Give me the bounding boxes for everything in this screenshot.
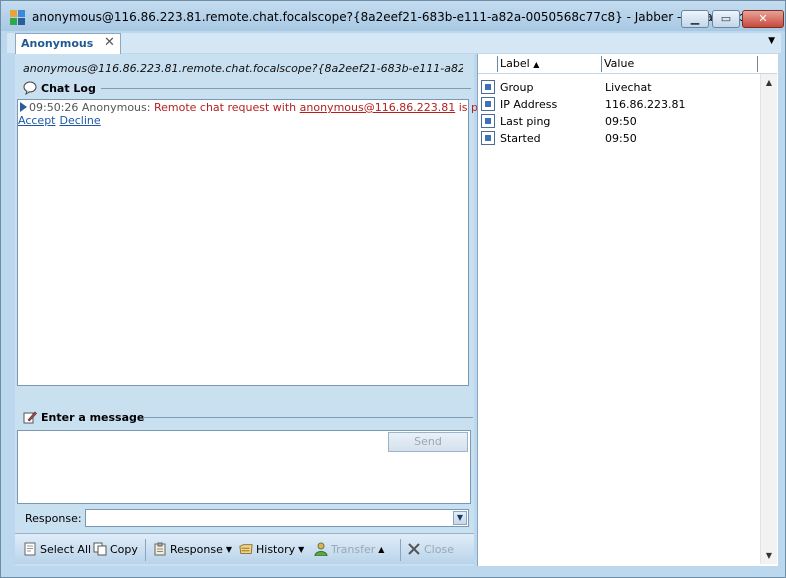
accept-link[interactable]: Accept	[18, 114, 56, 127]
transfer-button[interactable]: Transfer ▲	[314, 542, 384, 556]
column-separator	[497, 56, 498, 72]
column-header-value[interactable]: Value	[604, 57, 634, 70]
close-chat-label: Close	[424, 542, 454, 556]
details-row[interactable]: Started 09:50	[481, 130, 761, 147]
tab-anonymous[interactable]: Anonymous ✕	[15, 33, 121, 54]
column-separator[interactable]	[757, 56, 758, 72]
close-icon	[408, 543, 420, 555]
select-all-label: Select All	[40, 542, 92, 556]
transfer-label: Transfer	[331, 542, 376, 556]
send-button[interactable]: Send	[388, 432, 468, 452]
title-bar[interactable]: anonymous@116.86.223.81.remote.chat.foca…	[1, 1, 785, 31]
minimize-button[interactable]: ▁	[681, 10, 709, 28]
log-sender: Anonymous:	[81, 101, 151, 114]
column-header-label[interactable]: Label ▲	[500, 57, 539, 70]
log-text-before: Remote chat request with	[153, 101, 297, 114]
clipboard-icon	[154, 542, 166, 556]
property-icon	[481, 131, 495, 145]
message-header: Enter a message	[23, 409, 473, 425]
decline-link[interactable]: Decline	[60, 114, 101, 127]
chat-jid: anonymous@116.86.223.81.remote.chat.foca…	[23, 62, 463, 75]
copy-button[interactable]: Copy	[93, 542, 138, 556]
row-value: 09:50	[605, 132, 637, 145]
tab-label: Anonymous	[21, 37, 94, 50]
property-icon	[481, 114, 495, 128]
details-scrollbar[interactable]: ▲ ▼	[760, 74, 777, 564]
window-title: anonymous@116.86.223.81.remote.chat.foca…	[32, 10, 753, 24]
speech-bubble-icon	[23, 81, 37, 95]
close-window-button[interactable]: ✕	[742, 10, 784, 28]
maximize-button[interactable]: ▭	[712, 10, 740, 28]
column-separator[interactable]	[601, 56, 602, 72]
visitor-link[interactable]: anonymous@116.86.223.81	[300, 101, 456, 114]
log-timestamp: 09:50:26	[29, 101, 79, 114]
response-select[interactable]: ▼	[85, 509, 469, 527]
response-button[interactable]: Response ▼	[153, 542, 232, 556]
history-button[interactable]: History ▼	[239, 542, 304, 556]
message-input[interactable]: Send	[17, 430, 471, 504]
details-grid-header: Label ▲ Value	[478, 54, 777, 74]
details-row[interactable]: Last ping 09:50	[481, 113, 761, 130]
row-value: Livechat	[605, 81, 652, 94]
pencil-icon	[23, 411, 37, 424]
details-row[interactable]: IP Address 116.86.223.81	[481, 96, 761, 113]
divider	[101, 88, 471, 89]
scroll-down-icon[interactable]: ▼	[764, 551, 774, 560]
history-icon	[239, 544, 253, 554]
chat-request-actions: Accept Decline	[18, 114, 105, 127]
history-label: History	[256, 542, 296, 556]
chat-log[interactable]: 09:50:26 Anonymous: Remote chat request …	[17, 99, 527, 386]
sort-ascending-icon: ▲	[533, 60, 540, 69]
chat-log-header: Chat Log	[23, 80, 471, 96]
select-all-icon	[24, 542, 36, 556]
property-icon	[481, 80, 495, 94]
dropdown-arrow-icon: ▼	[225, 544, 232, 554]
user-icon	[314, 542, 328, 556]
close-chat-button[interactable]: Close	[407, 542, 454, 556]
response-row: Response: ▼	[15, 506, 474, 532]
focalscope-logo-icon	[10, 10, 26, 26]
select-all-button[interactable]: Select All	[23, 542, 91, 556]
chevron-down-icon[interactable]: ▼	[453, 511, 467, 525]
response-label: Response:	[25, 512, 82, 525]
tab-strip: Anonymous ✕ ▼	[7, 33, 781, 54]
copy-icon	[93, 542, 107, 556]
details-row[interactable]: Group Livechat	[481, 79, 761, 96]
chat-log-title: Chat Log	[41, 81, 96, 95]
message-title: Enter a message	[41, 410, 145, 424]
tab-list-dropdown-icon[interactable]: ▼	[768, 36, 775, 46]
toolbar-separator	[145, 539, 146, 561]
row-value: 116.86.223.81	[605, 98, 686, 111]
expand-arrow-icon[interactable]	[20, 102, 27, 112]
chat-toolbar: Select All Copy Response ▼ History ▼ Tra…	[15, 533, 474, 564]
dropdown-arrow-icon: ▼	[298, 544, 305, 554]
row-label: Group	[500, 81, 534, 94]
dropdown-arrow-icon: ▲	[378, 544, 385, 554]
chat-log-entry: 09:50:26 Anonymous: Remote chat request …	[20, 101, 527, 114]
row-label: Last ping	[500, 115, 551, 128]
response-button-label: Response	[170, 542, 223, 556]
app-window: anonymous@116.86.223.81.remote.chat.foca…	[0, 0, 786, 578]
tab-close-icon[interactable]: ✕	[104, 35, 115, 50]
property-icon	[481, 97, 495, 111]
row-value: 09:50	[605, 115, 637, 128]
chat-pane: anonymous@116.86.223.81.remote.chat.foca…	[15, 54, 527, 566]
divider	[143, 417, 473, 418]
toolbar-separator	[400, 539, 401, 561]
row-label: IP Address	[500, 98, 558, 111]
row-label: Started	[500, 132, 541, 145]
copy-label: Copy	[110, 542, 138, 556]
details-pane: Label ▲ Value Group Livechat IP Address …	[477, 54, 778, 566]
scroll-up-icon[interactable]: ▲	[764, 78, 774, 87]
